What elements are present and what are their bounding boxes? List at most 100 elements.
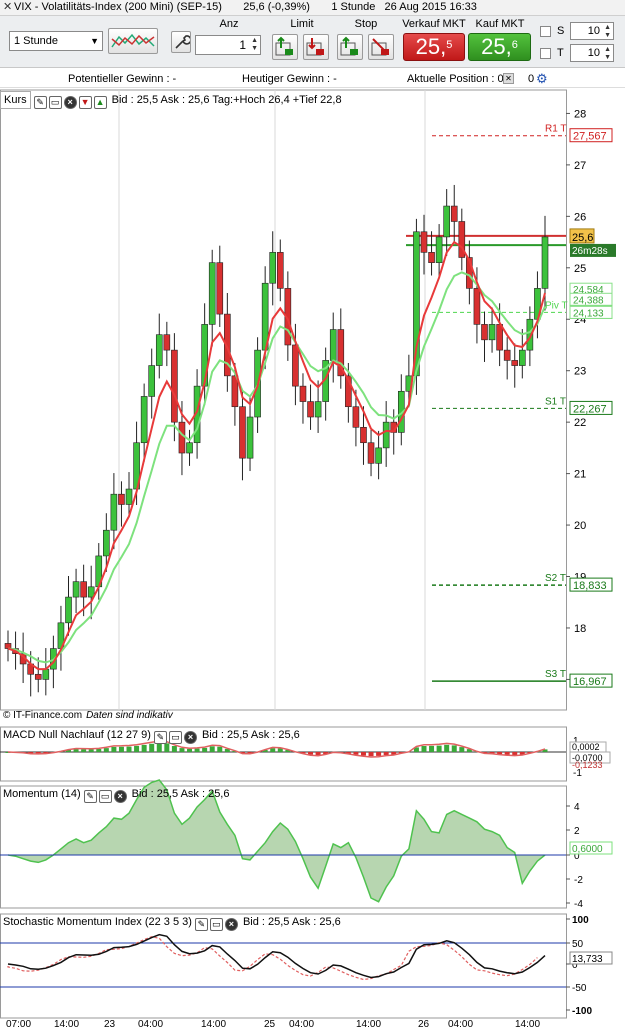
close-panel-icon[interactable]: × bbox=[183, 731, 197, 744]
macd-histogram-bar bbox=[202, 747, 208, 752]
price-panel-quote: Bid : 25,5 Ask : 25,6 Tag:+Hoch 26,4 +Ti… bbox=[111, 94, 342, 106]
close-panel-icon[interactable]: × bbox=[63, 96, 77, 109]
position-end: 0 bbox=[528, 73, 535, 85]
chevron-down-icon: ▼ bbox=[90, 36, 99, 46]
macd-histogram-bar bbox=[81, 749, 87, 752]
x-axis-label: 14:00 bbox=[201, 1019, 226, 1028]
candle-body bbox=[450, 205, 458, 222]
macd-histogram-bar bbox=[376, 752, 382, 756]
close-position-icon[interactable]: ✕ bbox=[503, 73, 514, 84]
candle-body bbox=[186, 442, 193, 454]
limit-buy-button[interactable] bbox=[272, 34, 298, 60]
candle-body bbox=[125, 488, 133, 505]
candle-body bbox=[481, 324, 488, 341]
today-gain: Heutiger Gewinn : - bbox=[242, 73, 337, 85]
buy-market-button[interactable]: 25,6 bbox=[468, 33, 531, 61]
y-tick-label: 18 bbox=[574, 623, 586, 635]
timeframe-select[interactable]: 1 Stunde ▼ bbox=[9, 31, 103, 51]
datetime-label: 26 Aug 2015 16:33 bbox=[384, 1, 477, 13]
macd-histogram-bar bbox=[134, 745, 140, 752]
macd-histogram-bar bbox=[421, 746, 427, 752]
window-icon[interactable]: ▭ bbox=[168, 731, 182, 744]
quantity-stepper[interactable]: ▲ ▼ bbox=[251, 37, 258, 53]
take-profit-input[interactable]: 10 ▲ ▼ bbox=[570, 44, 614, 62]
sell-market-button[interactable]: 25,5 bbox=[403, 33, 465, 61]
window-icon[interactable]: ▭ bbox=[48, 96, 62, 109]
momentum-tick-label: 2 bbox=[574, 826, 580, 837]
close-panel-icon[interactable]: × bbox=[113, 790, 127, 803]
stop-buy-button[interactable] bbox=[337, 34, 363, 60]
pivot-value-label: 18,833 bbox=[573, 580, 607, 592]
candle-body bbox=[201, 324, 208, 387]
candle-body bbox=[42, 668, 50, 680]
anz-label: Anz bbox=[219, 18, 239, 30]
position-info-row: Potentieller Gewinn : - Heutiger Gewinn … bbox=[0, 70, 625, 88]
wrench-icon[interactable]: ✎ bbox=[194, 918, 208, 931]
stop-loss-stepper[interactable]: ▲ ▼ bbox=[604, 24, 611, 40]
macd-histogram-bar bbox=[187, 748, 193, 752]
macd-value1-label: 0,0002 bbox=[572, 742, 600, 752]
wrench-icon[interactable]: ✎ bbox=[33, 96, 47, 109]
x-axis-label: 14:00 bbox=[54, 1019, 79, 1028]
candle-body bbox=[208, 262, 216, 325]
macd-histogram-bar bbox=[436, 745, 442, 752]
quantity-input[interactable]: 1 ▲ ▼ bbox=[195, 35, 261, 55]
macd-histogram-bar bbox=[504, 752, 510, 755]
close-panel-icon[interactable]: × bbox=[224, 918, 238, 931]
macd-histogram-bar bbox=[368, 752, 374, 757]
pivot-name: S3 T bbox=[545, 669, 566, 680]
y-tick-label: 23 bbox=[574, 366, 586, 378]
order-toolbar: 1 Stunde ▼ Anz 1 ▲ ▼ Limit Stop Verkauf … bbox=[0, 16, 625, 68]
potential-gain: Potentieller Gewinn : - bbox=[68, 73, 177, 85]
move-down-icon[interactable]: ▼ bbox=[78, 96, 92, 109]
candle-body bbox=[299, 385, 307, 402]
chart-type-button[interactable] bbox=[108, 28, 158, 54]
macd-histogram-bar bbox=[118, 746, 124, 752]
window-icon[interactable]: ▭ bbox=[209, 918, 223, 931]
gear-icon[interactable]: ⚙ bbox=[536, 70, 548, 88]
macd-histogram-bar bbox=[141, 744, 147, 752]
macd-histogram-bar bbox=[217, 746, 223, 752]
take-profit-stepper[interactable]: ▲ ▼ bbox=[604, 46, 611, 62]
limit-label: Limit bbox=[290, 18, 314, 30]
macd-histogram-bar bbox=[179, 748, 185, 752]
price-change: 25,6 (-0,39%) bbox=[243, 1, 310, 13]
close-icon[interactable]: ✕ bbox=[3, 0, 12, 15]
chart-area[interactable]: 282726252423222120191817R1 T27,567Piv T2… bbox=[0, 88, 625, 1028]
stop-sell-button[interactable] bbox=[368, 34, 394, 60]
momentum-value-label: 0,6000 bbox=[572, 844, 603, 855]
candle-body bbox=[541, 236, 549, 289]
take-profit-label: T bbox=[557, 47, 564, 59]
pivot-name: S2 T bbox=[545, 573, 566, 584]
move-up-icon[interactable]: ▲ bbox=[93, 96, 107, 109]
y-tick-label: 22 bbox=[574, 417, 586, 429]
stoch-tick-label: 50 bbox=[572, 939, 584, 950]
stop-loss-checkbox[interactable] bbox=[540, 26, 551, 37]
macd-histogram-bar bbox=[429, 745, 435, 752]
candle-body bbox=[110, 493, 118, 531]
candle-body bbox=[4, 643, 12, 649]
macd-histogram-bar bbox=[88, 749, 94, 752]
take-profit-checkbox[interactable] bbox=[540, 48, 551, 59]
momentum-tick-label: -2 bbox=[574, 875, 583, 886]
stoch-quote: Bid : 25,5 Ask : 25,6 bbox=[242, 916, 341, 928]
candle-body bbox=[420, 231, 428, 253]
wrench-button[interactable] bbox=[171, 31, 192, 53]
wrench-icon[interactable]: ✎ bbox=[83, 790, 97, 803]
candle-body bbox=[307, 401, 314, 418]
macd-panel-header: MACD Null Nachlauf (12 27 9) ✎ ▭ × Bid : 25,… bbox=[0, 727, 300, 744]
macd-histogram-bar bbox=[111, 746, 117, 752]
window-icon[interactable]: ▭ bbox=[98, 790, 112, 803]
macd-histogram-bar bbox=[149, 743, 155, 752]
candle-body bbox=[269, 252, 277, 284]
limit-sell-button[interactable] bbox=[303, 34, 329, 60]
sell-label: Verkauf MKT bbox=[402, 18, 466, 30]
y-tick-label: 25 bbox=[574, 263, 586, 275]
stop-loss-input[interactable]: 10 ▲ ▼ bbox=[570, 22, 614, 40]
momentum-label: Momentum (14) bbox=[3, 788, 81, 800]
candle-body bbox=[360, 426, 367, 444]
candle-body bbox=[496, 324, 503, 351]
macd-histogram-bar bbox=[512, 752, 518, 755]
wrench-icon[interactable]: ✎ bbox=[153, 731, 167, 744]
title-bar: ✕ VIX - Volatilitäts-Index (200 Mini) (S… bbox=[0, 0, 625, 16]
